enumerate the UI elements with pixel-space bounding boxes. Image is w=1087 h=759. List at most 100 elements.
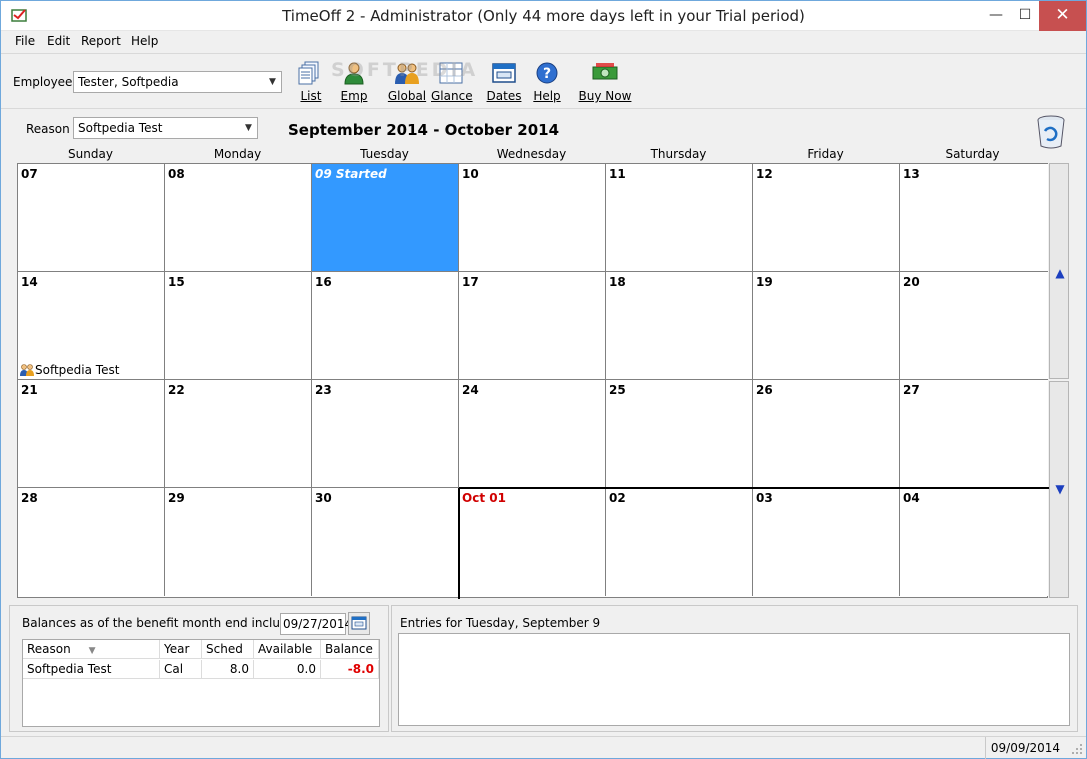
help-icon: ? bbox=[536, 62, 558, 84]
week-scroller: ▲ ▼ bbox=[1049, 163, 1069, 598]
calendar-day-cell[interactable]: 27 bbox=[900, 380, 1048, 488]
calendar-day-cell[interactable]: 07 bbox=[18, 164, 165, 272]
dates-button[interactable]: Dates bbox=[486, 58, 522, 106]
calendar-day-cell[interactable]: 20 bbox=[900, 272, 1048, 380]
balances-panel: Balances as of the benefit month end inc… bbox=[9, 605, 389, 732]
column-header-balance[interactable]: Balance bbox=[321, 640, 379, 659]
month-boundary-line bbox=[459, 487, 1049, 489]
menu-bar: File Edit Report Help bbox=[1, 31, 1086, 53]
employees-icon bbox=[20, 364, 34, 376]
day-number: 15 bbox=[168, 275, 185, 289]
timeoff-entry[interactable]: Softpedia Test bbox=[20, 363, 119, 377]
menu-help[interactable]: Help bbox=[131, 34, 158, 48]
entries-list[interactable] bbox=[398, 633, 1070, 726]
calendar-day-cell[interactable]: 10 bbox=[459, 164, 606, 272]
calendar-day-cell[interactable]: 22 bbox=[165, 380, 312, 488]
scroll-down-area[interactable]: ▼ bbox=[1049, 381, 1069, 598]
help-button[interactable]: ? Help bbox=[531, 58, 563, 106]
calendar-day-cell[interactable]: 08 bbox=[165, 164, 312, 272]
calendar-title: September 2014 - October 2014 bbox=[288, 121, 560, 139]
column-header-year[interactable]: Year bbox=[160, 640, 202, 659]
watermark: SOFTPEDIA bbox=[331, 59, 479, 81]
column-header-reason[interactable]: Reason ▼ bbox=[23, 640, 160, 659]
dates-icon bbox=[492, 63, 516, 83]
entries-label: Entries for Tuesday, September 9 bbox=[400, 616, 601, 630]
calendar-day-cell[interactable]: 25 bbox=[606, 380, 753, 488]
calendar-day-cell[interactable]: 12 bbox=[753, 164, 900, 272]
calendar-day-cell[interactable]: 02 bbox=[606, 488, 753, 596]
balance-cell-sched[interactable]: 8.0 bbox=[202, 660, 254, 679]
help-button-label: Help bbox=[533, 89, 561, 103]
reason-label: Reason bbox=[26, 122, 70, 136]
title-bar: TimeOff 2 - Administrator (Only 44 more … bbox=[1, 1, 1086, 31]
calendar-day-cell[interactable]: 03 bbox=[753, 488, 900, 596]
balances-date-input[interactable]: 09/27/2014 bbox=[280, 613, 352, 635]
calendar-day-cell[interactable]: 23 bbox=[312, 380, 459, 488]
calendar-day-cell[interactable]: 24 bbox=[459, 380, 606, 488]
day-number: 13 bbox=[903, 167, 920, 181]
weekday-tuesday: Tuesday bbox=[360, 147, 409, 161]
list-button[interactable]: List bbox=[296, 58, 326, 106]
day-number: 12 bbox=[756, 167, 773, 181]
column-header-sched[interactable]: Sched bbox=[202, 640, 254, 659]
calendar-day-cell[interactable]: 19 bbox=[753, 272, 900, 380]
sort-desc-icon: ▼ bbox=[88, 646, 96, 656]
close-button[interactable]: ✕ bbox=[1039, 1, 1086, 31]
arrow-down-icon[interactable]: ▼ bbox=[1053, 482, 1067, 496]
calendar-day-cell[interactable]: 26 bbox=[753, 380, 900, 488]
employee-label: Employee bbox=[13, 75, 73, 89]
calendar-day-cell[interactable]: 18 bbox=[606, 272, 753, 380]
balance-cell-reason[interactable]: Softpedia Test bbox=[23, 660, 160, 679]
menu-edit[interactable]: Edit bbox=[47, 34, 70, 48]
buy-now-button-label: Buy Now bbox=[578, 89, 632, 103]
column-header-available[interactable]: Available bbox=[254, 640, 321, 659]
calendar-day-cell[interactable]: 04 bbox=[900, 488, 1048, 596]
balances-table: Reason ▼ Year Sched Available Balance So… bbox=[22, 639, 380, 727]
buy-now-icon bbox=[592, 63, 618, 80]
minimize-button[interactable]: — bbox=[982, 1, 1010, 31]
calendar-day-cell[interactable]: 29 bbox=[165, 488, 312, 596]
status-bar: 09/09/2014 bbox=[1, 736, 1086, 759]
weekday-sunday: Sunday bbox=[68, 147, 113, 161]
arrow-up-icon[interactable]: ▲ bbox=[1053, 266, 1067, 280]
day-number: 28 bbox=[21, 491, 38, 505]
chevron-down-icon: ▼ bbox=[245, 123, 252, 133]
calendar-day-cell[interactable]: 14 Softpedia Test bbox=[18, 272, 165, 380]
calendar-day-cell[interactable]: 28 bbox=[18, 488, 165, 596]
day-number: Oct 01 bbox=[462, 491, 506, 505]
day-number: 24 bbox=[462, 383, 479, 397]
day-number: 17 bbox=[462, 275, 479, 289]
balance-cell-year[interactable]: Cal bbox=[160, 660, 202, 679]
calendar-day-cell[interactable]: 21 bbox=[18, 380, 165, 488]
resize-grip-icon[interactable] bbox=[1071, 743, 1083, 755]
calendar-day-cell[interactable]: 09 Started bbox=[312, 164, 459, 272]
balance-cell-available[interactable]: 0.0 bbox=[254, 660, 321, 679]
chevron-down-icon: ▼ bbox=[269, 77, 276, 87]
calendar-day-cell[interactable]: 13 bbox=[900, 164, 1048, 272]
entries-panel: Entries for Tuesday, September 9 bbox=[391, 605, 1078, 732]
global-button-label: Global bbox=[387, 89, 427, 103]
scroll-up-area[interactable]: ▲ bbox=[1049, 163, 1069, 379]
maximize-button[interactable]: ☐ bbox=[1011, 1, 1039, 31]
weekday-thursday: Thursday bbox=[650, 147, 707, 161]
calendar-day-cell[interactable]: 11 bbox=[606, 164, 753, 272]
menu-file[interactable]: File bbox=[15, 34, 35, 48]
calendar-day-cell[interactable]: 17 bbox=[459, 272, 606, 380]
recycle-bin-icon[interactable] bbox=[1035, 115, 1067, 149]
employee-select[interactable]: Tester, Softpedia ▼ bbox=[73, 71, 282, 93]
status-date: 09/09/2014 bbox=[985, 737, 1065, 759]
calendar-day-cell[interactable]: 30 bbox=[312, 488, 459, 596]
calendar-day-cell[interactable]: 15 bbox=[165, 272, 312, 380]
calendar-day-cell[interactable]: Oct 01 bbox=[459, 488, 606, 596]
menu-report[interactable]: Report bbox=[81, 34, 121, 48]
day-number: 03 bbox=[756, 491, 773, 505]
calendar-day-cell[interactable]: 16 bbox=[312, 272, 459, 380]
buy-now-button[interactable]: Buy Now bbox=[577, 58, 633, 106]
day-number: 29 bbox=[168, 491, 185, 505]
balances-date-picker-button[interactable] bbox=[348, 612, 370, 635]
app-window: TimeOff 2 - Administrator (Only 44 more … bbox=[0, 0, 1087, 759]
balance-cell-balance[interactable]: -8.0 bbox=[321, 660, 379, 679]
day-number: 04 bbox=[903, 491, 920, 505]
reason-select[interactable]: Softpedia Test ▼ bbox=[73, 117, 258, 139]
balances-label: Balances as of the benefit month end inc… bbox=[22, 616, 311, 630]
